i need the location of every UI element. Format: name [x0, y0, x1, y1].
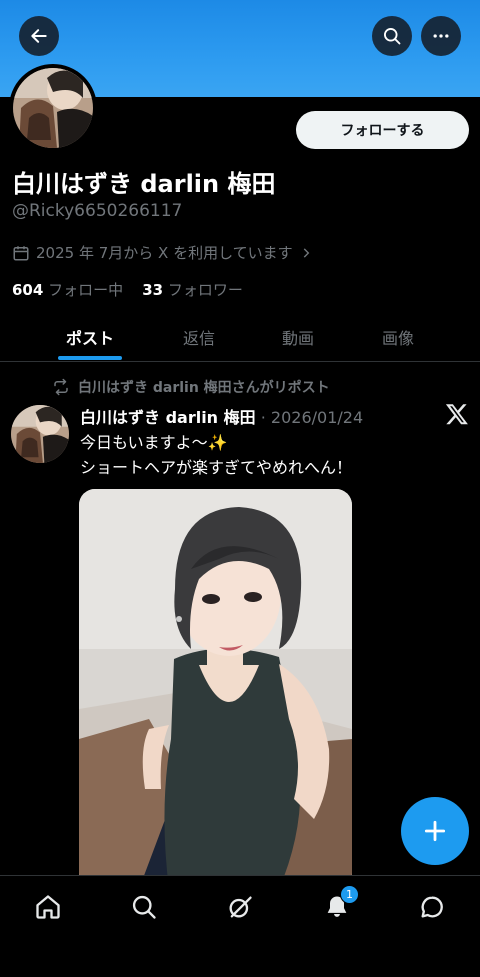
- calendar-icon: [13, 245, 29, 260]
- more-horizontal-icon: [433, 34, 449, 38]
- compose-button[interactable]: [401, 797, 469, 865]
- home-icon: [36, 895, 60, 919]
- plus-icon: [424, 820, 446, 842]
- nav-home[interactable]: [23, 890, 73, 924]
- notification-badge: 1: [340, 885, 359, 904]
- post-header: 白川はずき darlin 梅田 · 2026/01/24: [80, 404, 363, 428]
- user-handle: @Ricky6650266117: [12, 201, 183, 221]
- search-icon: [132, 895, 156, 919]
- x-logo-icon[interactable]: [445, 402, 469, 426]
- following-link[interactable]: 604 フォロー中: [12, 281, 123, 299]
- post-image[interactable]: [79, 489, 352, 889]
- repost-icon: [54, 378, 68, 396]
- search-button[interactable]: [372, 16, 412, 56]
- nav-messages[interactable]: [407, 890, 457, 924]
- follow-stats: 604 フォロー中 33 フォロワー: [12, 279, 243, 300]
- tab-posts[interactable]: ポスト: [30, 312, 150, 362]
- post-author-avatar[interactable]: [11, 405, 69, 463]
- joined-date-row[interactable]: 2025 年 7月から X を利用しています: [12, 242, 313, 263]
- active-tab-indicator: [58, 356, 122, 360]
- nav-search[interactable]: [119, 890, 169, 924]
- nav-grok[interactable]: [215, 890, 265, 924]
- post-date[interactable]: · 2026/01/24: [261, 408, 363, 427]
- joined-text: 2025 年 7月から X を利用しています: [36, 244, 293, 262]
- messages-icon: [421, 896, 443, 918]
- post-author-name[interactable]: 白川はずき darlin 梅田: [80, 408, 256, 427]
- nav-notifications[interactable]: 1: [312, 885, 362, 924]
- more-button[interactable]: [421, 16, 461, 56]
- followers-link[interactable]: 33 フォロワー: [142, 281, 243, 299]
- back-button[interactable]: [19, 16, 59, 56]
- follow-button[interactable]: フォローする: [296, 111, 469, 149]
- tab-images[interactable]: 画像: [338, 312, 458, 362]
- repost-indicator: 白川はずき darlin 梅田さんがリポスト: [52, 377, 330, 397]
- bottom-nav: 1: [0, 875, 480, 977]
- post-text: 今日もいますよ〜✨ ショートヘアが楽すぎてやめれへん！: [80, 430, 460, 480]
- repost-text: 白川はずき darlin 梅田さんがリポスト: [78, 380, 330, 396]
- post-text-line: 今日もいますよ〜✨: [80, 433, 228, 452]
- arrow-left-icon: [31, 29, 47, 43]
- profile-tabs: ポスト 返信 動画 画像: [0, 312, 480, 362]
- display-name: 白川はずき darlin 梅田: [12, 170, 276, 198]
- chevron-right-icon: [303, 247, 309, 258]
- grok-icon: [229, 896, 252, 918]
- search-icon: [384, 28, 401, 45]
- profile-avatar[interactable]: [9, 64, 97, 152]
- post-text-line: ショートヘアが楽すぎてやめれへん！: [80, 458, 353, 477]
